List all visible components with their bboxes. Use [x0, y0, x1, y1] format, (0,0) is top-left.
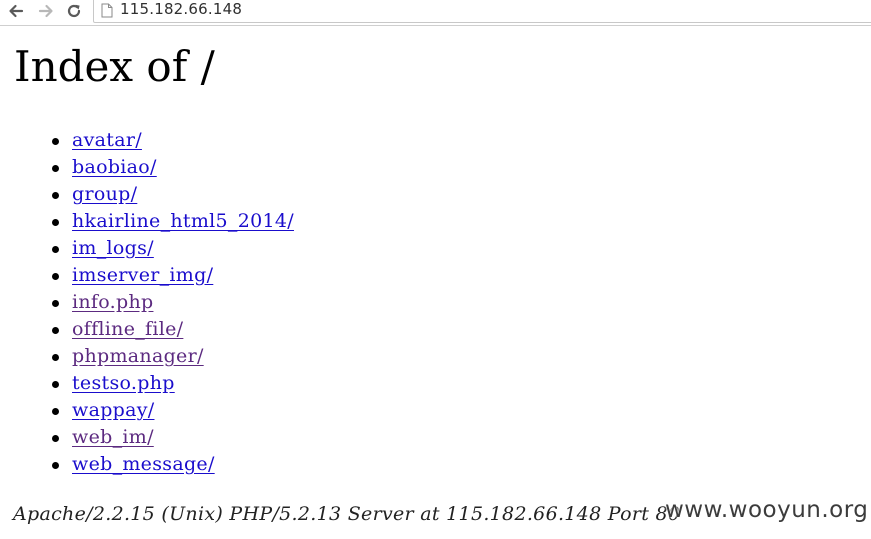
back-button[interactable] [5, 0, 27, 22]
bullet-icon [52, 381, 59, 388]
directory-link[interactable]: web_message/ [72, 453, 215, 475]
watermark: www.wooyun.org [665, 497, 869, 523]
list-item: group/ [40, 181, 294, 208]
list-item: imserver_img/ [40, 262, 294, 289]
directory-link[interactable]: info.php [72, 291, 153, 313]
page-title: Index of / [14, 42, 215, 91]
list-item: wappay/ [40, 397, 294, 424]
list-item: info.php [40, 289, 294, 316]
bullet-icon [52, 327, 59, 334]
list-item: baobiao/ [40, 154, 294, 181]
bullet-icon [52, 300, 59, 307]
page-icon [101, 3, 113, 23]
bullet-icon [52, 165, 59, 172]
list-item: web_im/ [40, 424, 294, 451]
bullet-icon [52, 192, 59, 199]
address-bar[interactable]: 115.182.66.148 [93, 0, 871, 23]
bullet-icon [52, 138, 59, 145]
list-item: web_message/ [40, 451, 294, 478]
directory-link[interactable]: wappay/ [72, 399, 154, 421]
back-arrow-icon [8, 3, 24, 19]
directory-link[interactable]: web_im/ [72, 426, 154, 448]
list-item: testso.php [40, 370, 294, 397]
bullet-icon [52, 435, 59, 442]
forward-arrow-icon [38, 3, 54, 19]
directory-link[interactable]: imserver_img/ [72, 264, 213, 286]
url-text: 115.182.66.148 [120, 0, 243, 18]
bullet-icon [52, 246, 59, 253]
directory-link[interactable]: testso.php [72, 372, 175, 394]
page-content: Index of / avatar/baobiao/group/hkairlin… [0, 27, 871, 539]
bullet-icon [52, 273, 59, 280]
reload-icon [66, 3, 82, 19]
directory-link[interactable]: avatar/ [72, 129, 142, 151]
list-item: im_logs/ [40, 235, 294, 262]
browser-toolbar: 115.182.66.148 [0, 0, 871, 26]
directory-link[interactable]: hkairline_html5_2014/ [72, 210, 294, 232]
bullet-icon [52, 462, 59, 469]
reload-button[interactable] [63, 0, 85, 22]
server-signature: Apache/2.2.15 (Unix) PHP/5.2.13 Server a… [13, 503, 681, 525]
bullet-icon [52, 219, 59, 226]
bullet-icon [52, 354, 59, 361]
list-item: phpmanager/ [40, 343, 294, 370]
directory-link[interactable]: im_logs/ [72, 237, 154, 259]
list-item: avatar/ [40, 127, 294, 154]
directory-listing: avatar/baobiao/group/hkairline_html5_201… [40, 127, 294, 478]
directory-link[interactable]: group/ [72, 183, 137, 205]
directory-link[interactable]: offline_file/ [72, 318, 183, 340]
forward-button[interactable] [35, 0, 57, 22]
directory-link[interactable]: phpmanager/ [72, 345, 204, 367]
list-item: hkairline_html5_2014/ [40, 208, 294, 235]
bullet-icon [52, 408, 59, 415]
directory-link[interactable]: baobiao/ [72, 156, 157, 178]
list-item: offline_file/ [40, 316, 294, 343]
